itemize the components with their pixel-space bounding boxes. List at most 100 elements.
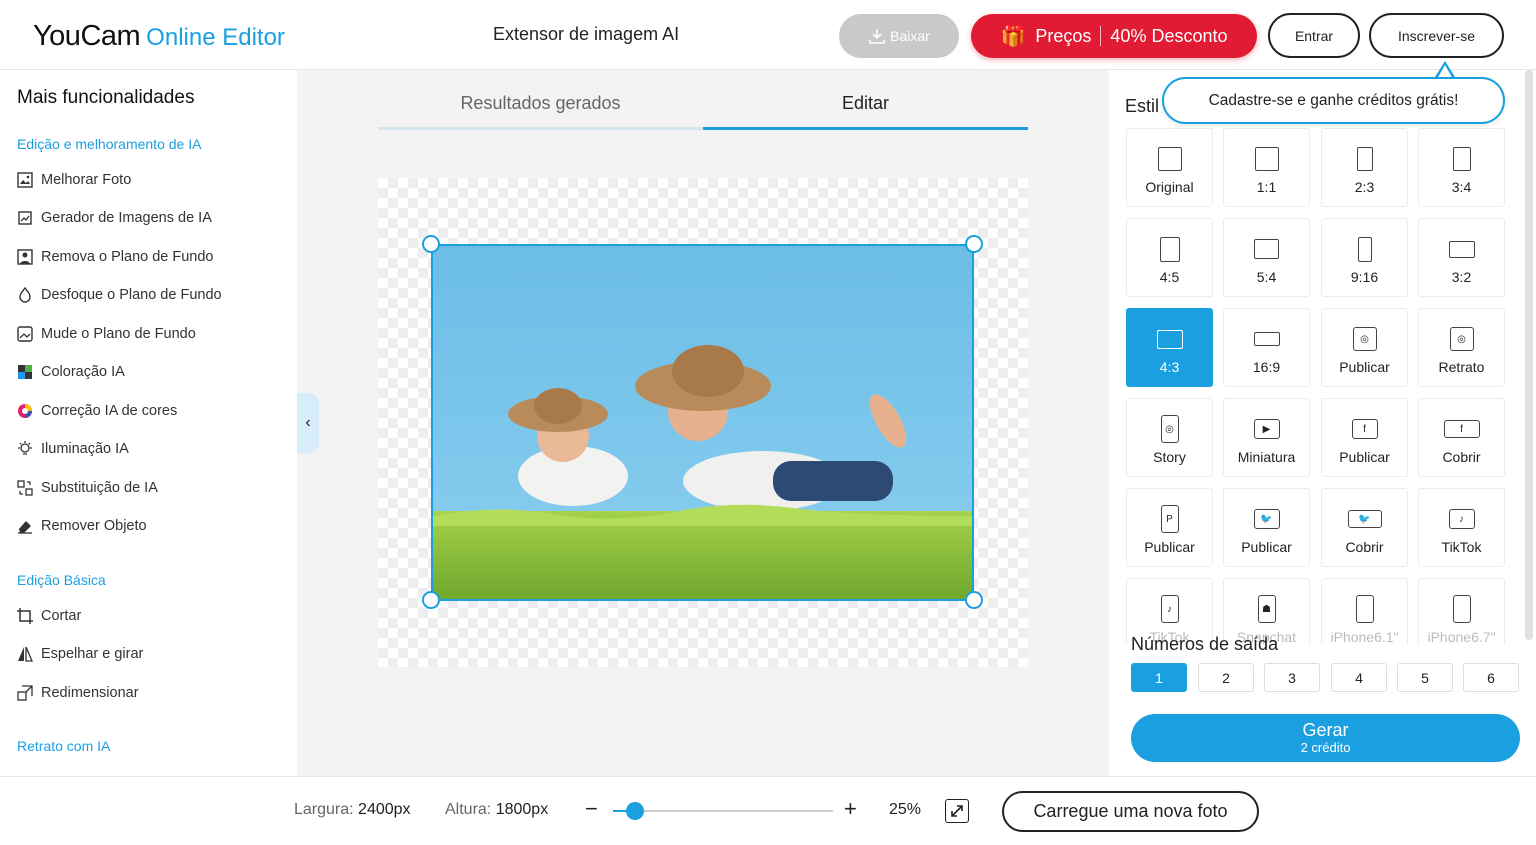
- zoom-in-button[interactable]: +: [844, 796, 857, 822]
- ratio-label: 1:1: [1256, 179, 1277, 195]
- photo-preview[interactable]: [431, 244, 974, 601]
- output-count-4[interactable]: 4: [1331, 663, 1387, 692]
- ratio-4-3[interactable]: 4:3: [1126, 308, 1213, 387]
- ratio-instagram-post[interactable]: ◎ Publicar: [1321, 308, 1408, 387]
- ratio-label: 4:5: [1159, 269, 1180, 285]
- gift-icon: 🎁: [1000, 25, 1026, 48]
- page-title: Extensor de imagem AI: [493, 24, 680, 44]
- sidebar-item-change-background[interactable]: Mude o Plano de Fundo: [16, 323, 196, 345]
- sidebar-item-label: Gerador de Imagens de IA: [41, 210, 212, 226]
- ratio-shape: [1357, 236, 1372, 262]
- ratio-label: iPhone6.7": [1427, 629, 1496, 644]
- output-count-5[interactable]: 5: [1397, 663, 1453, 692]
- ratio-facebook-post[interactable]: f Publicar: [1321, 398, 1408, 477]
- sidebar-item-crop[interactable]: Cortar: [16, 605, 81, 627]
- expand-icon: [951, 805, 963, 817]
- crop-icon: [16, 607, 34, 625]
- ratio-original[interactable]: Original: [1126, 128, 1213, 207]
- resize-handle-top-left[interactable]: [422, 235, 440, 253]
- ratio-shape: [1253, 332, 1280, 346]
- sidebar-item-image-generator[interactable]: Gerador de Imagens de IA: [16, 207, 212, 229]
- ratio-3-2[interactable]: 3:2: [1418, 218, 1505, 297]
- signup-tooltip[interactable]: Cadastre-se e ganhe créditos grátis!: [1162, 77, 1505, 124]
- zoom-slider-track[interactable]: [613, 810, 833, 812]
- sidebar-item-label: Cortar: [41, 608, 82, 624]
- tab-edit[interactable]: Editar: [703, 84, 1028, 130]
- fit-screen-button[interactable]: [945, 799, 969, 823]
- zoom-out-button[interactable]: −: [585, 796, 598, 822]
- logo[interactable]: YouCam Online Editor: [33, 20, 285, 53]
- sidebar-item-blur-background[interactable]: Desfoque o Plano de Fundo: [16, 284, 222, 306]
- ratio-2-3[interactable]: 2:3: [1321, 128, 1408, 207]
- ratio-label: Publicar: [1339, 449, 1390, 465]
- resize-icon: [16, 684, 34, 702]
- instagram-icon: ◎: [1160, 415, 1179, 443]
- photo-image: [433, 246, 972, 599]
- ratio-youtube-thumbnail[interactable]: ▶ Miniatura: [1223, 398, 1310, 477]
- ratio-label: Story: [1153, 449, 1186, 465]
- output-count-3[interactable]: 3: [1264, 663, 1320, 692]
- sidebar-item-resize[interactable]: Redimensionar: [16, 682, 139, 704]
- right-panel-scrollbar[interactable]: [1525, 70, 1533, 640]
- ratio-label: 16:9: [1252, 359, 1281, 375]
- facebook-icon: f: [1443, 420, 1480, 438]
- ratio-4-5[interactable]: 4:5: [1126, 218, 1213, 297]
- youtube-icon: ▶: [1253, 419, 1280, 439]
- ratio-iphone-6-1[interactable]: iPhone6.1": [1321, 578, 1408, 644]
- ratio-1-1[interactable]: 1:1: [1223, 128, 1310, 207]
- sidebar-item-label: Coloração IA: [41, 364, 125, 380]
- generate-button[interactable]: Gerar 2 crédito: [1131, 714, 1520, 762]
- ratio-label: 9:16: [1350, 269, 1379, 285]
- ratio-tiktok[interactable]: ♪ TikTok: [1418, 488, 1505, 567]
- ratio-16-9[interactable]: 16:9: [1223, 308, 1310, 387]
- ratio-twitter-post[interactable]: 🐦 Publicar: [1223, 488, 1310, 567]
- section-ai-edit[interactable]: Edição e melhoramento de IA: [17, 136, 201, 152]
- signup-button[interactable]: Inscrever-se: [1369, 13, 1504, 58]
- generate-label: Gerar: [1302, 720, 1349, 740]
- ratio-iphone-6-7[interactable]: iPhone6.7": [1418, 578, 1505, 644]
- download-label: Baixar: [890, 28, 930, 44]
- login-button[interactable]: Entrar: [1268, 13, 1360, 58]
- section-ai-portrait[interactable]: Retrato com IA: [17, 738, 110, 754]
- ratio-twitter-cover[interactable]: 🐦 Cobrir: [1321, 488, 1408, 567]
- resize-handle-top-right[interactable]: [965, 235, 983, 253]
- resize-handle-bottom-left[interactable]: [422, 591, 440, 609]
- sidebar-item-flip-rotate[interactable]: Espelhar e girar: [16, 643, 143, 665]
- zoom-slider-handle[interactable]: [626, 802, 644, 820]
- upload-new-photo-button[interactable]: Carregue uma nova foto: [1002, 791, 1259, 832]
- tab-generated-results[interactable]: Resultados gerados: [378, 84, 703, 130]
- section-basic-edit[interactable]: Edição Básica: [17, 572, 106, 588]
- sidebar-item-ai-replace[interactable]: Substituição de IA: [16, 477, 158, 499]
- sidebar-item-label: Espelhar e girar: [41, 646, 144, 662]
- ratio-pinterest-post[interactable]: P Publicar: [1126, 488, 1213, 567]
- output-count-2[interactable]: 2: [1198, 663, 1254, 692]
- facebook-icon: f: [1351, 419, 1378, 439]
- download-button[interactable]: Baixar: [839, 14, 959, 58]
- sidebar-item-lighting[interactable]: Iluminação IA: [16, 438, 129, 460]
- sidebar-item-colorize[interactable]: Coloração IA: [16, 361, 125, 383]
- collapse-sidebar-button[interactable]: ‹: [297, 393, 319, 453]
- ratio-3-4[interactable]: 3:4: [1418, 128, 1505, 207]
- prices-button[interactable]: 🎁 Preços 40% Desconto: [971, 14, 1257, 58]
- ratio-shape: [1157, 147, 1182, 171]
- sidebar-item-enhance[interactable]: Melhorar Foto: [16, 169, 131, 191]
- ratio-instagram-story[interactable]: ◎ Story: [1126, 398, 1213, 477]
- generate-credit: 2 crédito: [1300, 740, 1351, 755]
- sidebar-item-color-correction[interactable]: Correção IA de cores: [16, 400, 177, 422]
- ratio-9-16[interactable]: 9:16: [1321, 218, 1408, 297]
- blur-drop-icon: [16, 286, 34, 304]
- zoom-percentage: 25%: [889, 801, 922, 818]
- sidebar-item-remove-background[interactable]: Remova o Plano de Fundo: [16, 246, 214, 268]
- ratio-label: Retrato: [1438, 359, 1485, 375]
- ratio-facebook-cover[interactable]: f Cobrir: [1418, 398, 1505, 477]
- resize-handle-bottom-right[interactable]: [965, 591, 983, 609]
- output-count-6[interactable]: 6: [1463, 663, 1519, 692]
- ratio-5-4[interactable]: 5:4: [1223, 218, 1310, 297]
- outputs-label: Números de saída: [1131, 634, 1279, 654]
- sidebar-item-remove-object[interactable]: Remover Objeto: [16, 515, 147, 537]
- sidebar-item-label: Mude o Plano de Fundo: [41, 326, 196, 342]
- sidebar-title: Mais funcionalidades: [17, 87, 195, 108]
- ratio-instagram-portrait[interactable]: ◎ Retrato: [1418, 308, 1505, 387]
- sidebar-item-label: Desfoque o Plano de Fundo: [41, 287, 222, 303]
- output-count-1[interactable]: 1: [1131, 663, 1187, 692]
